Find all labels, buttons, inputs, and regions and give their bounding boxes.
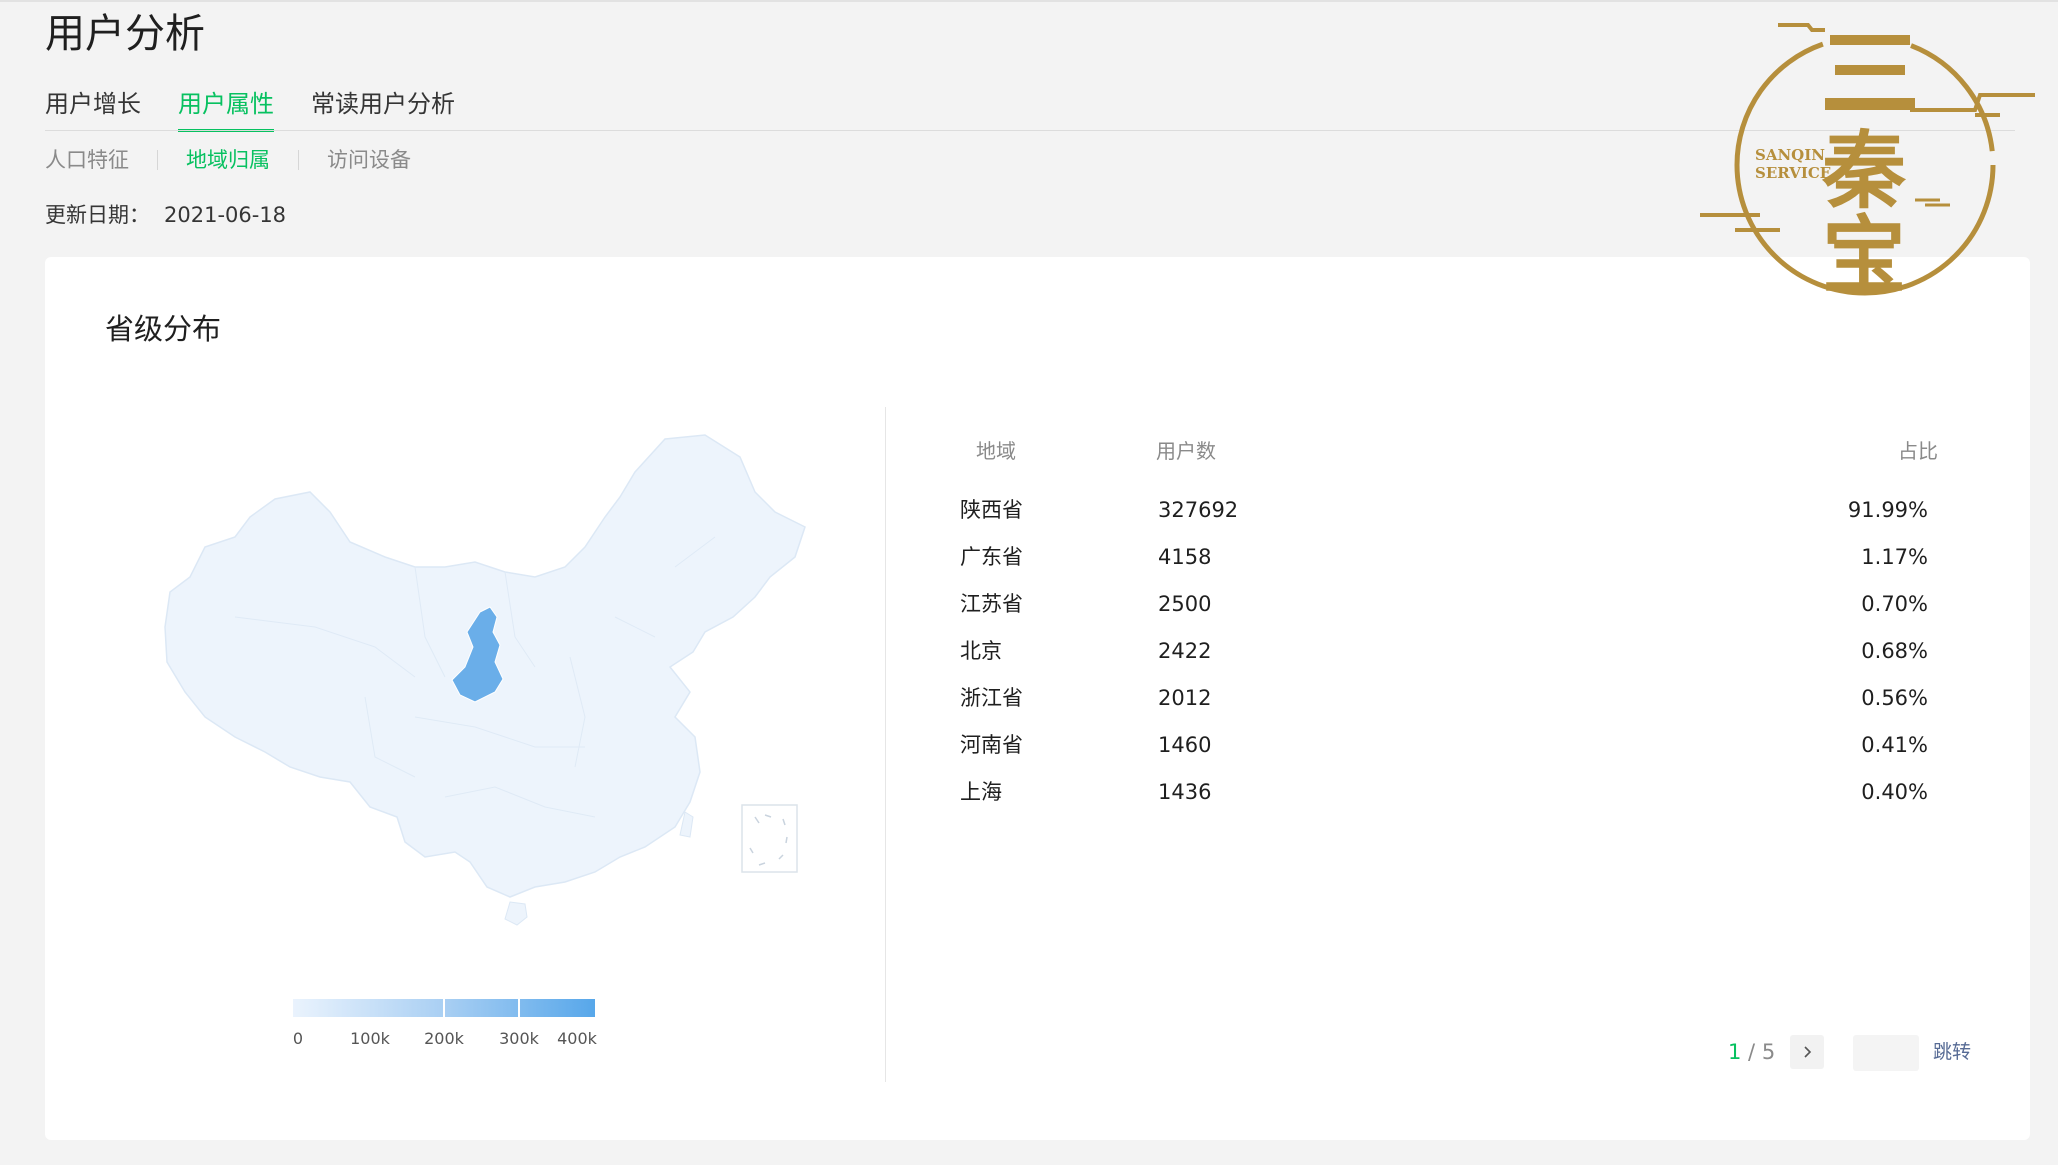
tab-user-growth[interactable]: 用户增长 — [45, 88, 141, 132]
sub-tabs: 人口特征 地域归属 访问设备 — [45, 145, 411, 175]
row-region: 浙江省 — [960, 686, 1023, 710]
map-legend: 0 100k 200k 300k 400k — [291, 999, 601, 1059]
svg-text:秦: 秦 — [1821, 122, 1907, 220]
header-users: 用户数 — [1156, 439, 1216, 463]
page-jump-input[interactable] — [1853, 1035, 1919, 1071]
page-separator: / — [1741, 1040, 1762, 1064]
legend-label-200k: 200k — [424, 1029, 464, 1048]
page-title: 用户分析 — [45, 11, 205, 57]
page-total: 5 — [1761, 1040, 1776, 1064]
subtab-separator — [298, 150, 299, 170]
table-row: 浙江省 2012 0.56% — [960, 683, 2000, 730]
row-users: 2012 — [1158, 686, 1212, 710]
row-users: 1436 — [1158, 780, 1212, 804]
row-share: 0.40% — [1861, 780, 1928, 804]
legend-label-300k: 300k — [499, 1029, 539, 1048]
row-region: 北京 — [960, 639, 1002, 663]
top-border — [0, 0, 2058, 2]
table-row: 陕西省 327692 91.99% — [960, 495, 2000, 542]
pagination-status: 1 / 5 — [1728, 1037, 1775, 1067]
svg-text:SERVICE: SERVICE — [1755, 164, 1831, 182]
row-users: 2500 — [1158, 592, 1212, 616]
tab-frequent-readers[interactable]: 常读用户分析 — [311, 88, 455, 132]
svg-text:宝: 宝 — [1822, 207, 1906, 300]
sanqin-service-watermark: SANQIN SERVICE 秦 宝 — [1700, 20, 2040, 305]
legend-label-100k: 100k — [350, 1029, 390, 1048]
card-title: 省级分布 — [105, 312, 222, 346]
legend-tick — [518, 999, 520, 1017]
svg-text:SANQIN: SANQIN — [1755, 146, 1825, 164]
subtab-demographics[interactable]: 人口特征 — [45, 145, 129, 175]
china-map-svg — [164, 434, 806, 926]
main-tabs: 用户增长 用户属性 常读用户分析 — [45, 88, 455, 132]
table-row: 北京 2422 0.68% — [960, 636, 2000, 683]
row-share: 0.41% — [1861, 733, 1928, 757]
row-share: 0.56% — [1861, 686, 1928, 710]
subtab-region[interactable]: 地域归属 — [186, 145, 270, 175]
jump-button[interactable]: 跳转 — [1933, 1037, 1971, 1067]
china-map — [115, 417, 835, 937]
province-distribution-card: 省级分布 0 100k 200k 300k 400k 地域 用户数 占比 陕西省… — [45, 257, 2030, 1140]
row-share: 1.17% — [1861, 545, 1928, 569]
subtab-devices[interactable]: 访问设备 — [327, 145, 411, 175]
row-users: 4158 — [1158, 545, 1212, 569]
row-region: 陕西省 — [960, 498, 1023, 522]
row-share: 0.68% — [1861, 639, 1928, 663]
chevron-right-icon — [1804, 1046, 1812, 1058]
row-users: 1460 — [1158, 733, 1212, 757]
table-row: 上海 1436 0.40% — [960, 777, 2000, 824]
page-current: 1 — [1728, 1040, 1742, 1064]
header-region: 地域 — [976, 439, 1016, 463]
table-row: 河南省 1460 0.41% — [960, 730, 2000, 777]
row-region: 广东省 — [960, 545, 1023, 569]
tab-user-attributes[interactable]: 用户属性 — [178, 88, 274, 132]
sanqin-logo-icon: SANQIN SERVICE 秦 宝 — [1700, 23, 2035, 305]
row-users: 2422 — [1158, 639, 1212, 663]
row-share: 91.99% — [1847, 498, 1928, 522]
legend-label-400k: 400k — [557, 1029, 597, 1048]
subtab-separator — [157, 150, 158, 170]
vertical-divider — [885, 407, 886, 1082]
legend-label-0: 0 — [292, 1029, 304, 1048]
row-region: 江苏省 — [960, 592, 1023, 616]
table-row: 江苏省 2500 0.70% — [960, 589, 2000, 636]
update-date: 更新日期： 2021-06-18 — [45, 200, 286, 230]
next-page-button[interactable] — [1790, 1035, 1824, 1069]
row-region: 上海 — [960, 780, 1002, 804]
legend-tick — [443, 999, 445, 1017]
row-region: 河南省 — [960, 733, 1023, 757]
update-date-label: 更新日期： — [45, 203, 150, 227]
update-date-value: 2021-06-18 — [164, 203, 287, 227]
row-share: 0.70% — [1861, 592, 1928, 616]
table-row: 广东省 4158 1.17% — [960, 542, 2000, 589]
south-china-sea-inset — [741, 804, 798, 873]
region-table: 陕西省 327692 91.99% 广东省 4158 1.17% 江苏省 250… — [960, 495, 2000, 824]
header-share: 占比 — [1898, 439, 1938, 463]
hainan-island — [504, 901, 528, 926]
row-users: 327692 — [1158, 498, 1239, 522]
